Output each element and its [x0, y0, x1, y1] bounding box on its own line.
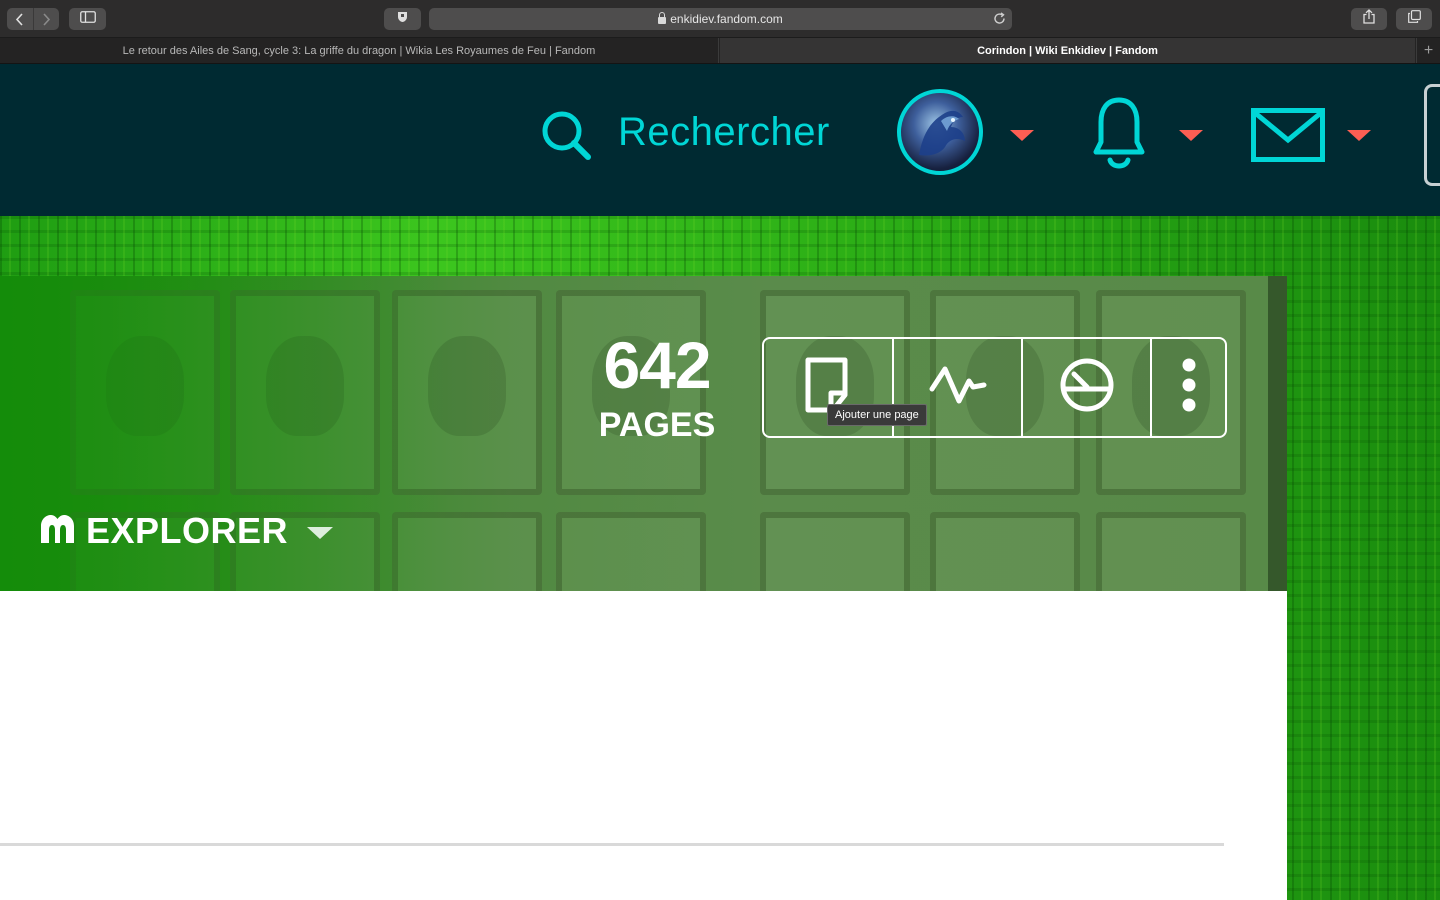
forward-icon[interactable] [34, 8, 60, 30]
explorer-menu[interactable]: EXPLORER [39, 509, 334, 553]
search-label[interactable]: Rechercher [618, 110, 830, 155]
side-panel-edge[interactable] [1424, 84, 1440, 186]
new-tab-button[interactable]: + [1416, 38, 1440, 63]
avatar[interactable] [897, 89, 983, 175]
url-text: enkidiev.fandom.com [670, 12, 783, 26]
gauge-icon [1058, 356, 1116, 419]
shield-icon [397, 10, 408, 28]
tabs-icon [1407, 10, 1421, 28]
explorer-label: EXPLORER [86, 510, 289, 551]
article-content [0, 591, 1287, 900]
messages-dropdown-icon[interactable] [1347, 130, 1371, 141]
content-divider [0, 843, 1224, 846]
tab-title: Le retour des Ailes de Sang, cycle 3: La… [122, 44, 596, 57]
add-page-tooltip: Ajouter une page [827, 404, 927, 426]
browser-toolbar: enkidiev.fandom.com [0, 0, 1440, 38]
dragon-avatar-icon [919, 110, 965, 156]
kebab-icon [1181, 357, 1197, 418]
tab-title: Corindon | Wiki Enkidiev | Fandom [977, 44, 1158, 57]
avatar-dropdown-icon[interactable] [1010, 130, 1034, 141]
reload-icon[interactable] [993, 12, 1006, 28]
more-actions-button[interactable] [1152, 339, 1225, 436]
fandom-logo-icon [39, 513, 76, 550]
tab-corindon[interactable]: Corindon | Wiki Enkidiev | Fandom [720, 38, 1415, 63]
back-icon[interactable] [7, 8, 34, 30]
explorer-dropdown-icon [307, 527, 334, 539]
address-bar[interactable]: enkidiev.fandom.com [429, 8, 1012, 30]
lock-icon [658, 11, 667, 24]
extension-button[interactable] [384, 8, 421, 30]
hero-border [1268, 276, 1287, 591]
tab-bar: Le retour des Ailes de Sang, cycle 3: La… [0, 38, 1440, 64]
share-button[interactable] [1351, 8, 1387, 30]
notifications-dropdown-icon[interactable] [1179, 130, 1203, 141]
page-count-label: PAGES [598, 406, 716, 444]
insights-button[interactable] [1023, 339, 1150, 436]
tab-overview-button[interactable] [1396, 8, 1432, 30]
tab-royaumes-de-feu[interactable]: Le retour des Ailes de Sang, cycle 3: La… [0, 38, 719, 63]
nav-buttons [7, 8, 59, 30]
activity-icon [929, 361, 987, 414]
sidebar-icon [79, 10, 96, 28]
page-count: 642 [603, 328, 711, 402]
bell-icon[interactable] [1092, 96, 1146, 179]
share-icon [1363, 9, 1375, 29]
search-icon[interactable] [541, 110, 593, 165]
sidebar-toggle-button[interactable] [69, 8, 106, 30]
mail-icon[interactable] [1251, 108, 1325, 167]
plus-icon: + [1423, 41, 1434, 59]
